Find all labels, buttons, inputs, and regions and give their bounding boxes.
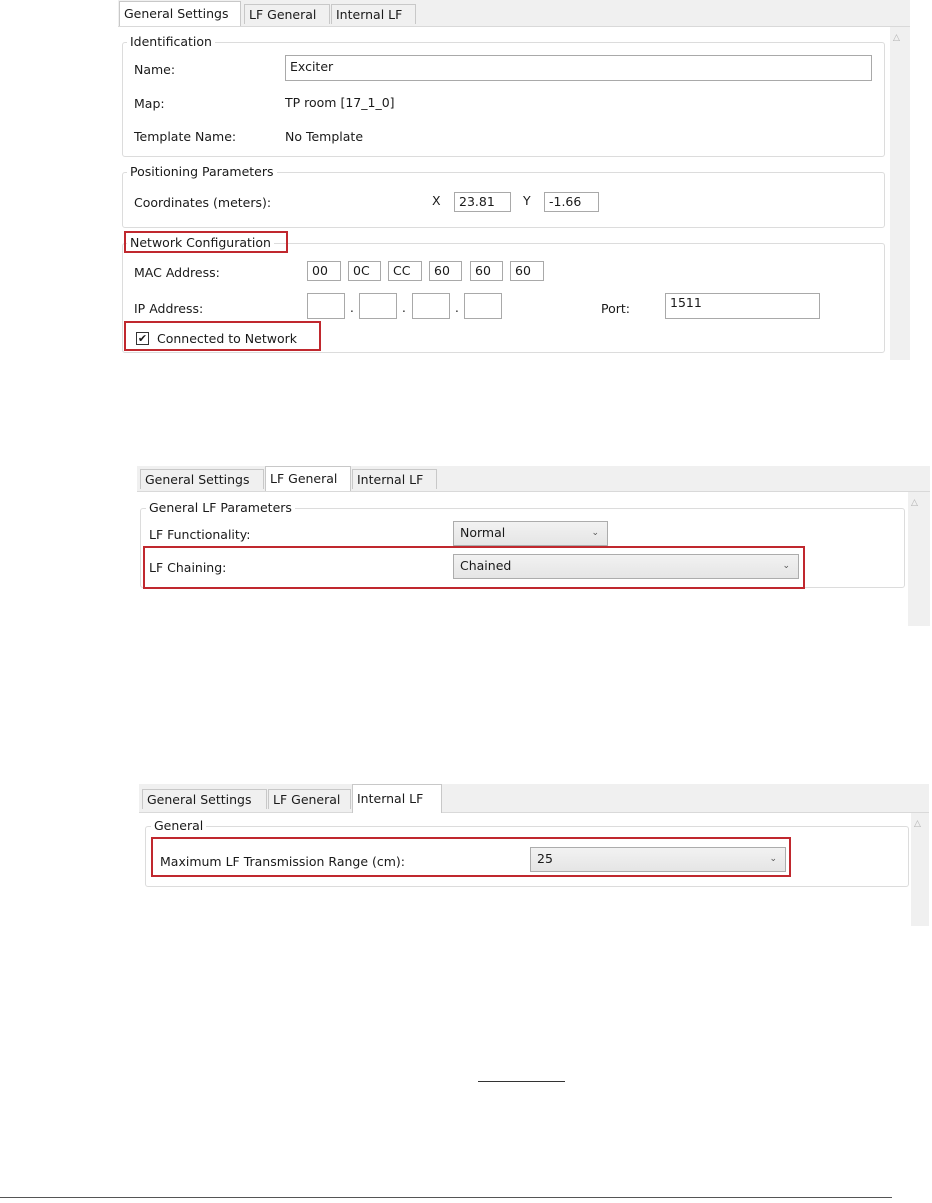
highlight-network-configuration [124, 231, 288, 253]
identification-legend: Identification [127, 34, 215, 50]
mac-octet-4-input[interactable]: 60 [429, 261, 462, 281]
mac-octet-5-input[interactable]: 60 [470, 261, 503, 281]
lf-functionality-label: LF Functionality: [149, 527, 251, 542]
ip-octet-1-input[interactable] [307, 293, 345, 319]
chevron-down-icon: ⌄ [591, 528, 599, 538]
name-label: Name: [134, 62, 176, 77]
map-label: Map: [134, 96, 165, 111]
y-coordinate-input[interactable]: -1.66 [544, 192, 599, 212]
tab-internal-lf[interactable]: Internal LF [331, 4, 416, 24]
ip-octet-4-input[interactable] [464, 293, 502, 319]
vertical-scrollbar[interactable]: △ [908, 492, 930, 626]
tab-internal-lf[interactable]: Internal LF [352, 784, 442, 813]
x-label: X [432, 193, 441, 208]
ip-separator: . [402, 301, 406, 315]
mac-address-label: MAC Address: [134, 265, 220, 280]
general-legend: General [151, 818, 207, 834]
scroll-up-arrow-icon[interactable]: △ [911, 498, 918, 508]
template-name-value: No Template [285, 129, 364, 144]
coordinates-label: Coordinates (meters): [134, 195, 272, 210]
ip-octet-3-input[interactable] [412, 293, 450, 319]
y-label: Y [523, 193, 531, 208]
ip-separator: . [350, 301, 354, 315]
general-settings-panel: General Settings LF General Internal LF … [118, 0, 910, 360]
tab-internal-lf[interactable]: Internal LF [352, 469, 437, 489]
highlight-max-lf-transmission-range [151, 837, 791, 877]
tab-lf-general[interactable]: LF General [265, 466, 351, 491]
tab-lf-general[interactable]: LF General [244, 4, 330, 24]
mac-octet-1-input[interactable]: 00 [307, 261, 341, 281]
tab-general-settings[interactable]: General Settings [140, 469, 264, 489]
ip-separator: . [455, 301, 459, 315]
highlight-lf-chaining [143, 546, 805, 589]
highlight-connected-to-network [124, 321, 321, 351]
positioning-group: Positioning Parameters Coordinates (mete… [122, 164, 885, 228]
port-input[interactable]: 1511 [665, 293, 820, 319]
name-input[interactable]: Exciter [285, 55, 872, 81]
tab-lf-general[interactable]: LF General [268, 789, 351, 809]
lf-functionality-dropdown[interactable]: Normal ⌄ [453, 521, 608, 546]
mac-octet-6-input[interactable]: 60 [510, 261, 544, 281]
tab-general-settings[interactable]: General Settings [119, 1, 241, 26]
positioning-legend: Positioning Parameters [127, 164, 277, 180]
vertical-scrollbar[interactable]: △ [911, 813, 929, 926]
page-footer-rule [0, 1197, 892, 1198]
map-value: TP room [17_1_0] [285, 95, 395, 110]
tab-general-settings[interactable]: General Settings [142, 789, 267, 809]
general-lf-parameters-legend: General LF Parameters [146, 500, 295, 516]
port-label: Port: [601, 301, 630, 316]
vertical-scrollbar[interactable]: △ [890, 27, 910, 360]
x-coordinate-input[interactable]: 23.81 [454, 192, 511, 212]
scroll-up-arrow-icon[interactable]: △ [893, 33, 900, 43]
short-rule [478, 1081, 565, 1082]
lf-general-panel: General Settings LF General Internal LF … [137, 466, 930, 626]
lf-functionality-value: Normal [460, 525, 506, 540]
identification-group: Identification Name: Exciter Map: TP roo… [122, 34, 885, 157]
template-name-label: Template Name: [134, 129, 237, 144]
ip-octet-2-input[interactable] [359, 293, 397, 319]
scroll-up-arrow-icon[interactable]: △ [914, 819, 921, 829]
ip-address-label: IP Address: [134, 301, 204, 316]
internal-lf-panel: General Settings LF General Internal LF … [139, 784, 929, 926]
mac-octet-2-input[interactable]: 0C [348, 261, 381, 281]
mac-octet-3-input[interactable]: CC [388, 261, 422, 281]
